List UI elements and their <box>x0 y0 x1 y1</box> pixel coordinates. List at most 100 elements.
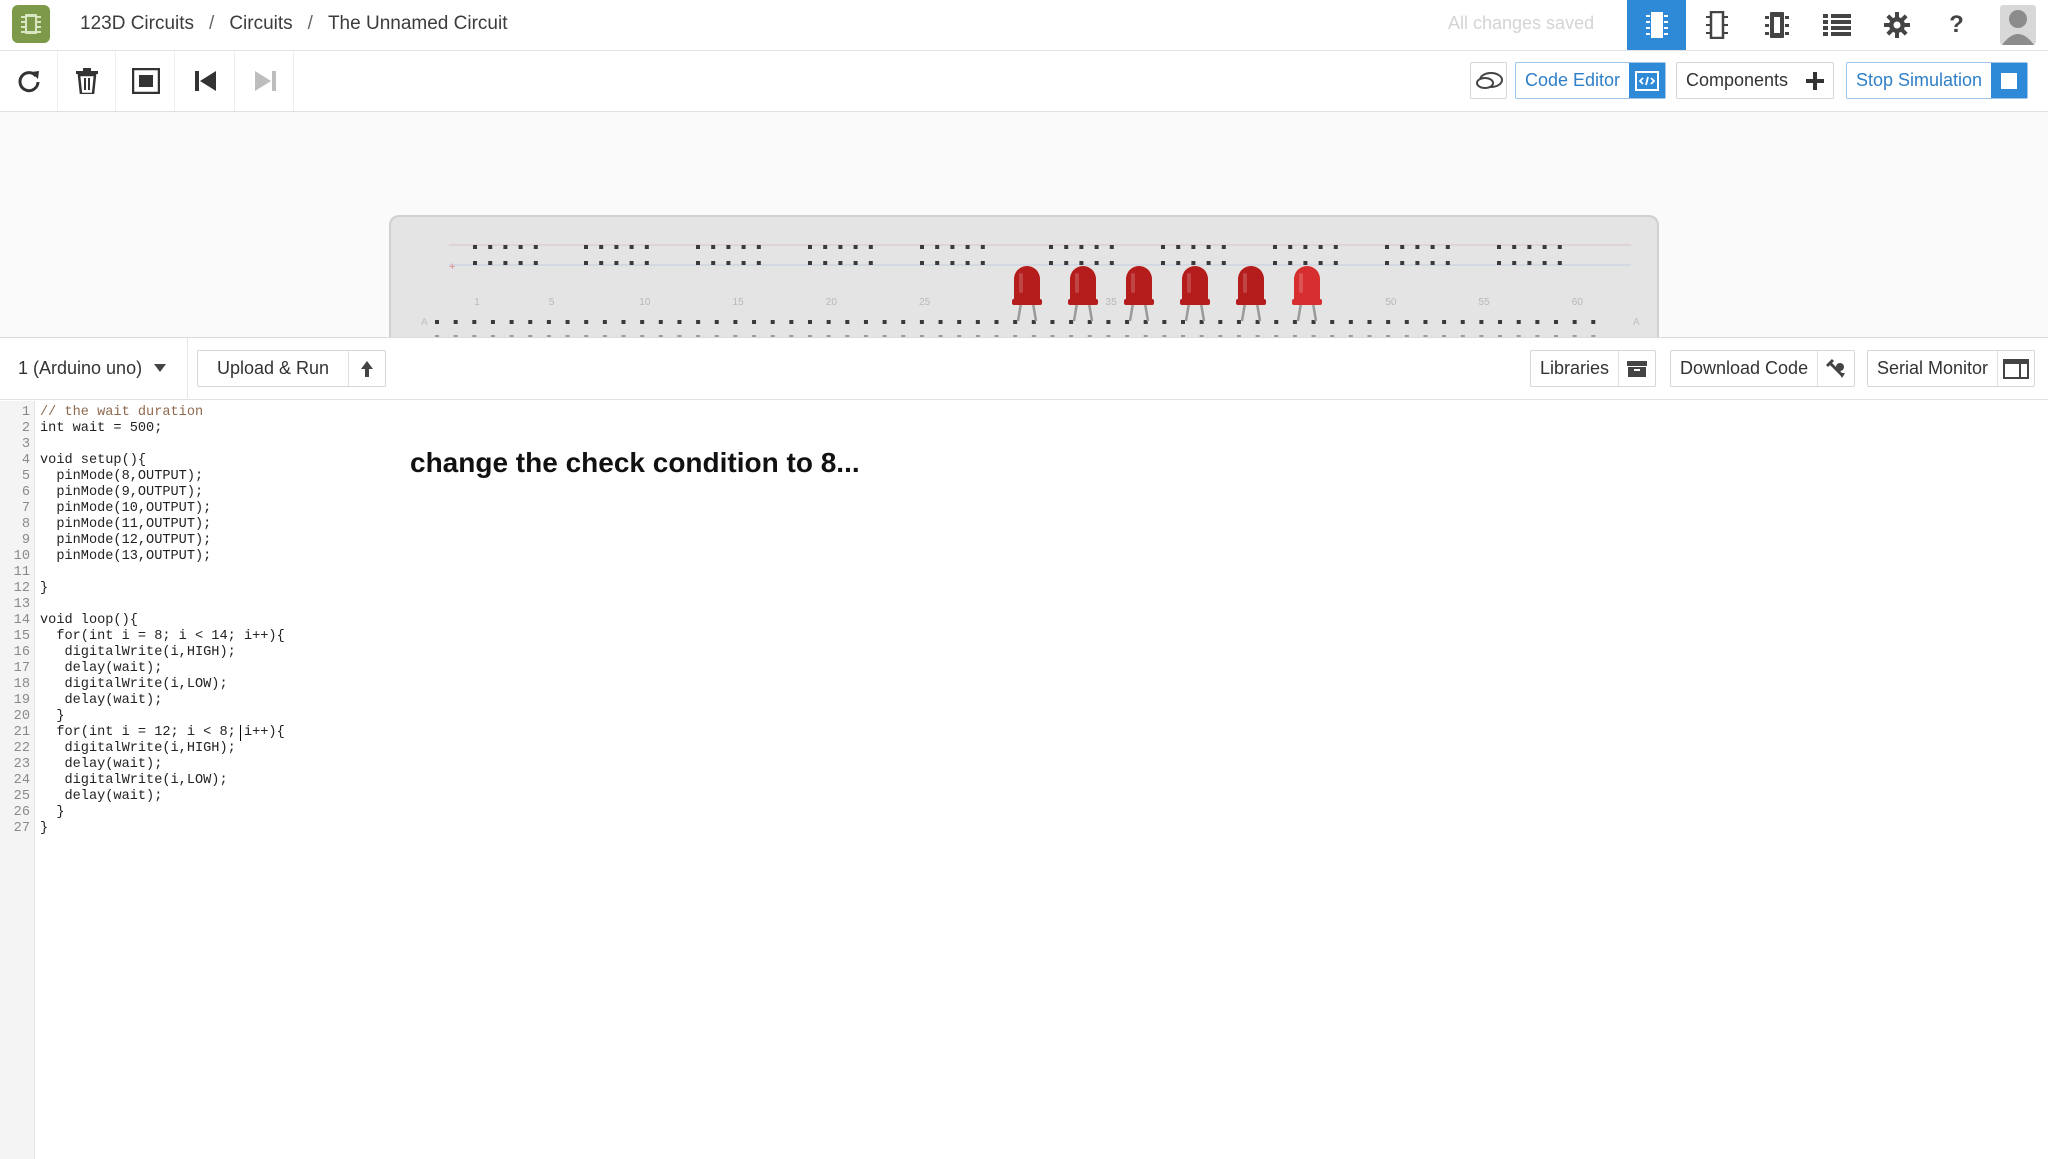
stop-simulation-button[interactable]: Stop Simulation <box>1846 62 2029 99</box>
code-line[interactable]: 15 for(int i = 8; i < 14; i++){ <box>0 629 600 645</box>
row-letter-label: A <box>421 317 428 328</box>
breadboard[interactable]: +151015202530354045505560AA <box>389 215 1659 337</box>
breadboard-hole <box>490 320 495 324</box>
breadboard-hole <box>640 320 645 324</box>
code-panel: 1 (Arduino uno) Upload & Run Libraries D… <box>0 337 2048 1159</box>
step-forward-button[interactable] <box>236 51 294 111</box>
board-select-dropdown[interactable]: 1 (Arduino uno) <box>0 338 188 398</box>
code-text: void setup(){ <box>40 453 147 468</box>
breadboard-hole <box>629 261 634 265</box>
code-line[interactable]: 23 delay(wait); <box>0 757 600 773</box>
breadboard-hole <box>1333 261 1338 265</box>
step-back-button[interactable] <box>177 51 235 111</box>
code-line[interactable]: 8 pinMode(11,OUTPUT); <box>0 517 600 533</box>
schematic-view-button[interactable] <box>1687 0 1746 50</box>
breadboard-hole <box>1106 320 1111 324</box>
column-number-label: 60 <box>1572 297 1584 308</box>
breadboard-hole <box>980 245 985 249</box>
breadboard-hole <box>1415 261 1420 265</box>
components-button[interactable]: Components <box>1676 62 1835 99</box>
breadboard-hole <box>1191 261 1196 265</box>
line-number: 2 <box>21 421 30 436</box>
breadcrumb-circuits-link[interactable]: Circuits <box>229 0 292 48</box>
breadboard-hole <box>1273 245 1277 249</box>
breadboard-hole <box>1498 320 1503 324</box>
breadboard-hole <box>863 320 868 324</box>
code-text: int wait = 500; <box>40 421 163 436</box>
code-line[interactable]: 17 delay(wait); <box>0 661 600 677</box>
breadboard-hole <box>789 320 794 324</box>
code-line[interactable]: 14 void loop(){ <box>0 613 600 629</box>
code-line[interactable]: 9 pinMode(12,OUTPUT); <box>0 533 600 549</box>
simulator-chat-button[interactable] <box>1470 62 1507 99</box>
code-line[interactable]: 27} <box>0 821 600 837</box>
save-status: All changes saved <box>1448 13 1595 33</box>
code-line[interactable]: 1 // the wait duration <box>0 405 600 421</box>
breadboard-hole <box>1527 261 1532 265</box>
code-line[interactable]: 25 delay(wait); <box>0 789 600 805</box>
user-avatar-button[interactable] <box>1987 0 2048 50</box>
code-line[interactable]: 10 pinMode(13,OUTPUT); <box>0 549 600 565</box>
breadboard-hole <box>853 245 858 249</box>
code-text: digitalWrite(i,HIGH); <box>40 741 236 756</box>
code-line[interactable]: 20 } <box>0 709 600 725</box>
settings-button[interactable] <box>1867 0 1926 50</box>
upload-run-button[interactable]: Upload & Run <box>197 350 387 387</box>
line-number: 8 <box>21 517 30 532</box>
breadboard-hole <box>1064 261 1069 265</box>
serial-monitor-button[interactable]: Serial Monitor <box>1867 350 2036 387</box>
breadboard-hole <box>1333 245 1338 249</box>
code-editor[interactable]: 1// the wait duration 2 int wait = 500; 3 4 v… <box>0 401 2048 1159</box>
fit-view-button[interactable] <box>117 51 175 111</box>
code-line[interactable]: 22 digitalWrite(i,HIGH); <box>0 741 600 757</box>
breadboard-hole <box>488 261 493 265</box>
breadboard-hole <box>1415 245 1420 249</box>
code-line[interactable]: 6 pinMode(9,OUTPUT); <box>0 485 600 501</box>
breadboard-hole <box>920 245 924 249</box>
help-button[interactable]: ? <box>1927 0 1986 50</box>
line-number: 20 <box>13 709 30 724</box>
code-line[interactable]: 24 digitalWrite(i,LOW); <box>0 773 600 789</box>
line-number: 17 <box>13 661 30 676</box>
line-number: 16 <box>13 645 30 660</box>
code-editor-button[interactable]: Code Editor <box>1515 62 1667 99</box>
breadboard-hole <box>658 320 663 324</box>
line-number: 27 <box>13 821 30 836</box>
code-line[interactable]: 18 digitalWrite(i,LOW); <box>0 677 600 693</box>
rotate-button[interactable] <box>0 51 58 111</box>
serial-monitor-icon-box <box>1997 351 2034 386</box>
code-line[interactable]: 21 for(int i = 12; i < 8; i++){ <box>0 725 600 741</box>
column-number-label: 1 <box>474 297 480 308</box>
app-logo[interactable] <box>12 5 50 43</box>
code-text: } <box>40 805 65 820</box>
libraries-button[interactable]: Libraries <box>1530 350 1657 387</box>
component-list-button[interactable] <box>1807 0 1866 50</box>
download-code-button[interactable]: Download Code <box>1670 350 1856 387</box>
code-line[interactable]: 7 pinMode(10,OUTPUT); <box>0 501 600 517</box>
breadcrumb-current-circuit[interactable]: The Unnamed Circuit <box>328 0 508 48</box>
code-line[interactable]: 11 <box>0 565 600 581</box>
code-line[interactable]: 26 } <box>0 805 600 821</box>
breadboard-hole <box>1430 245 1435 249</box>
breadboard-hole <box>1094 261 1099 265</box>
component-list-icon <box>1822 14 1851 36</box>
code-line[interactable]: 13 <box>0 597 600 613</box>
breadboard-hole <box>696 245 700 249</box>
components-label: Components <box>1686 70 1789 90</box>
code-text: delay(wait); <box>40 661 163 676</box>
breadboard-hole <box>1221 261 1226 265</box>
code-line[interactable]: 2 int wait = 500; <box>0 421 600 437</box>
code-line[interactable]: 19 delay(wait); <box>0 693 600 709</box>
rotate-icon <box>18 71 39 93</box>
code-text: pinMode(10,OUTPUT); <box>40 501 212 516</box>
delete-button[interactable] <box>58 51 116 111</box>
pcb-view-button[interactable] <box>1747 0 1806 50</box>
breadboard-view-button[interactable] <box>1627 0 1686 50</box>
code-line[interactable]: 12} <box>0 581 600 597</box>
circuit-chip-icon <box>21 14 41 34</box>
breadboard-hole <box>965 245 970 249</box>
line-number: 21 <box>13 725 30 740</box>
code-line[interactable]: 16 digitalWrite(i,HIGH); <box>0 645 600 661</box>
breadcrumb-home-link[interactable]: 123D Circuits <box>80 0 194 48</box>
breadboard-hole <box>1479 320 1484 324</box>
